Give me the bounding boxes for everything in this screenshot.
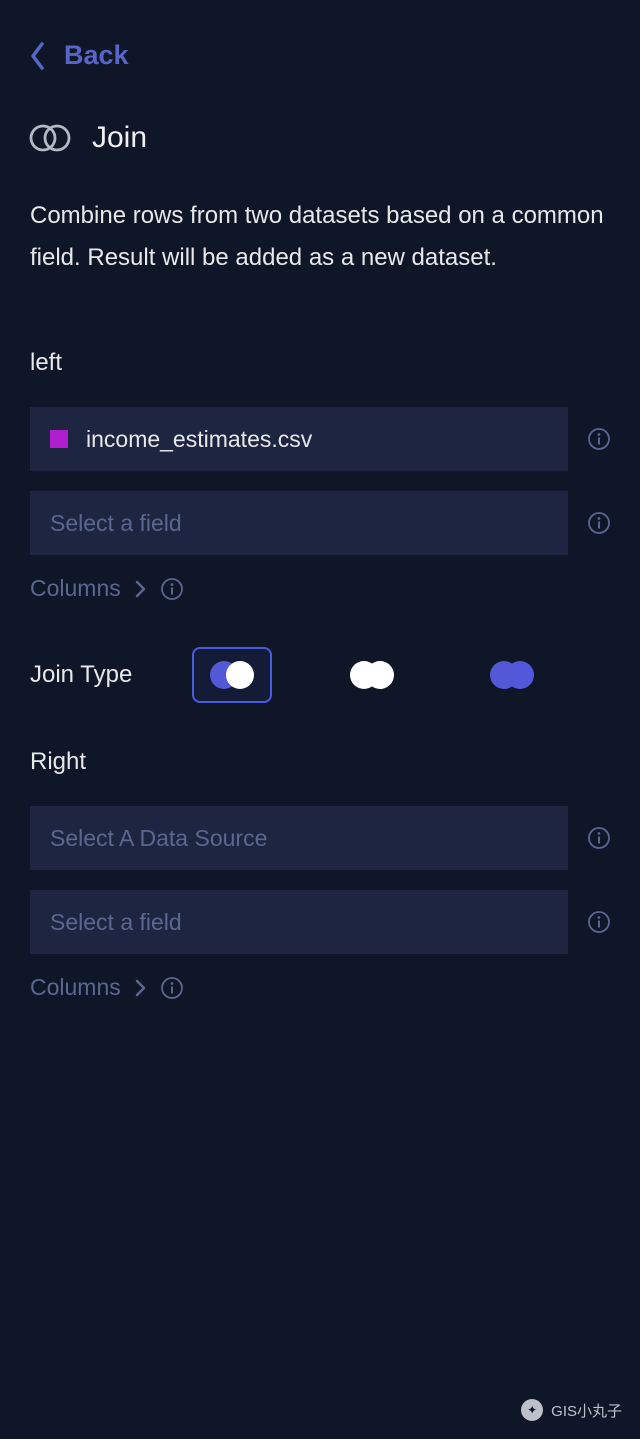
info-icon[interactable] <box>588 911 610 933</box>
info-icon[interactable] <box>161 977 183 999</box>
left-field-placeholder: Select a field <box>50 510 182 537</box>
left-join-icon <box>210 661 254 689</box>
left-field-select[interactable]: Select a field <box>30 491 568 555</box>
left-datasource-value: income_estimates.csv <box>86 426 312 453</box>
left-datasource-select[interactable]: income_estimates.csv <box>30 407 568 471</box>
right-columns-expander[interactable]: Columns <box>30 974 610 1001</box>
right-columns-label: Columns <box>30 974 121 1001</box>
info-icon[interactable] <box>161 578 183 600</box>
chevron-right-icon <box>135 580 147 598</box>
left-columns-expander[interactable]: Columns <box>30 575 610 602</box>
chevron-right-icon <box>135 979 147 997</box>
page-title: Join <box>92 121 147 155</box>
wechat-icon: ✦ <box>521 1399 543 1421</box>
back-label: Back <box>64 40 129 71</box>
right-join-icon <box>490 661 534 689</box>
right-datasource-select[interactable]: Select A Data Source <box>30 806 568 870</box>
page-title-row: Join <box>30 121 610 155</box>
join-type-inner-button[interactable] <box>332 647 412 703</box>
watermark-text: GIS小丸子 <box>551 1400 622 1421</box>
right-section-label: Right <box>30 748 610 776</box>
inner-join-icon <box>350 661 394 689</box>
info-icon[interactable] <box>588 512 610 534</box>
chevron-left-icon <box>30 42 46 70</box>
left-section-label: left <box>30 349 610 377</box>
join-type-options <box>192 647 552 703</box>
join-type-label: Join Type <box>30 661 132 689</box>
back-button[interactable]: Back <box>30 40 610 71</box>
join-icon <box>30 123 70 153</box>
join-type-left-button[interactable] <box>192 647 272 703</box>
right-field-placeholder: Select a field <box>50 909 182 936</box>
watermark: ✦ GIS小丸子 <box>521 1399 622 1421</box>
dataset-color-swatch <box>50 430 68 448</box>
right-datasource-placeholder: Select A Data Source <box>50 825 267 852</box>
info-icon[interactable] <box>588 827 610 849</box>
info-icon[interactable] <box>588 428 610 450</box>
description-text: Combine rows from two datasets based on … <box>30 195 610 279</box>
join-type-right-button[interactable] <box>472 647 552 703</box>
left-columns-label: Columns <box>30 575 121 602</box>
right-field-select[interactable]: Select a field <box>30 890 568 954</box>
